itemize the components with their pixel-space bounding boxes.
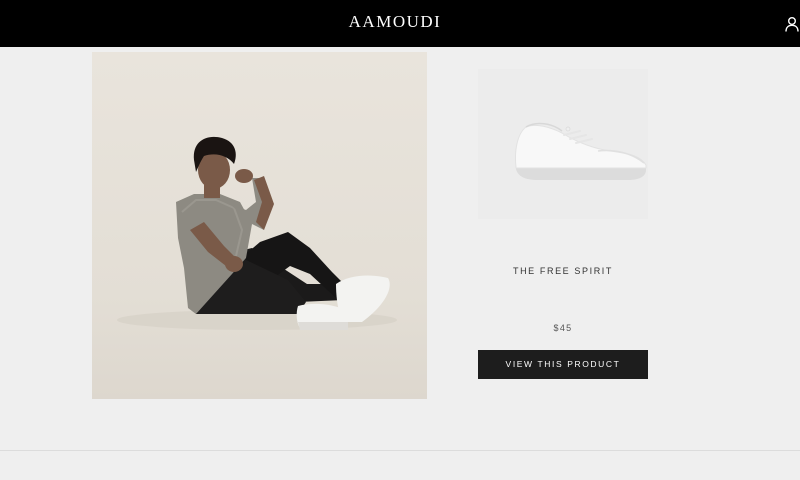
view-product-button[interactable]: VIEW THIS PRODUCT [478,350,648,379]
product-name[interactable]: THE FREE SPIRIT [478,266,648,276]
lifestyle-photo [92,52,427,399]
product-price: $45 [553,323,573,333]
product-feature-section: THE FREE SPIRIT $45 VIEW THIS PRODUCT [0,47,800,450]
product-thumbnail[interactable] [478,69,648,219]
user-icon[interactable] [784,16,800,32]
site-header: AAMOUDI [0,0,800,47]
next-section-area [0,451,800,480]
brand-logo[interactable]: AAMOUDI [0,11,790,33]
